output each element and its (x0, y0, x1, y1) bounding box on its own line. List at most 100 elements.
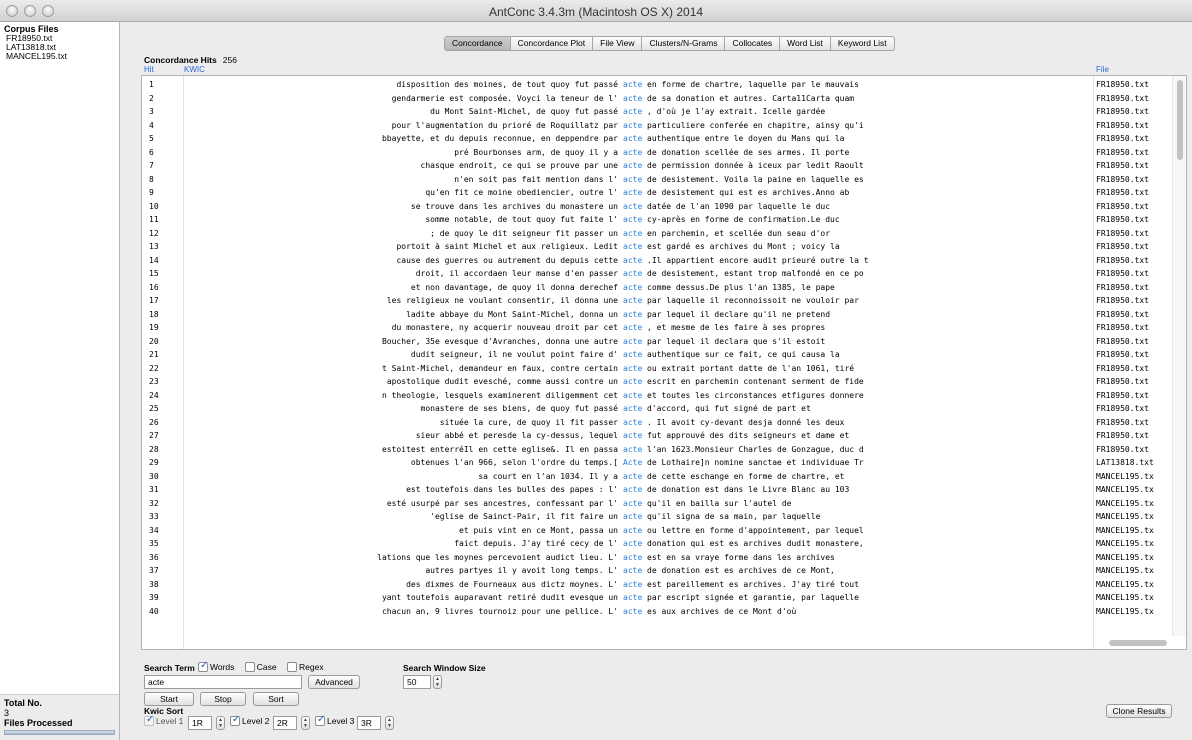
column-header-kwic[interactable]: KWIC (184, 65, 205, 74)
table-row[interactable]: 8 n'en soit pas fait mention dans l' acte d… (142, 173, 1172, 187)
table-row[interactable]: 39 yant toutefois auparavant retiré dudit… (142, 591, 1172, 605)
table-row[interactable]: 22 t Saint-Michel, demandeur en faux, con… (142, 362, 1172, 376)
tab-concordance-plot[interactable]: Concordance Plot (511, 37, 594, 50)
table-row[interactable]: 32 esté usurpé par ses ancestres, confess… (142, 497, 1172, 511)
level-2-stepper[interactable]: ▲ ▼ (301, 716, 310, 730)
horizontal-scrollbar[interactable] (1093, 636, 1173, 650)
left-context-cell: lations que les moynes percevoient audic… (377, 552, 618, 562)
table-row[interactable]: 17 les religieux ne voulant consentir, il… (142, 294, 1172, 308)
keyword-cell: acte (623, 417, 643, 427)
search-term-input[interactable]: acte (144, 675, 302, 689)
right-context-cell: en forme de chartre, laquelle par le mau… (647, 80, 859, 89)
tab-collocates[interactable]: Collocates (725, 37, 781, 50)
table-row[interactable]: 3 du Mont Saint-Michel, de quoy fut passé… (142, 105, 1172, 119)
table-row[interactable]: 28 estoitest enterréIl en cette eglise&. … (142, 443, 1172, 457)
table-row[interactable]: 12 ; de quoy le dit seigneur fit passer u… (142, 227, 1172, 241)
hit-cell: 21 (149, 350, 159, 359)
table-row[interactable]: 7 chasque endroit, ce qui se prouve par u… (142, 159, 1172, 173)
level-2-checkbox[interactable] (230, 714, 240, 726)
keyword-cell: acte (623, 201, 643, 211)
table-row[interactable]: 35 faict depuis. J'ay tiré cecy de l' acte… (142, 537, 1172, 551)
table-row[interactable]: 5 bbayette, et du depuis reconnue, en dep… (142, 132, 1172, 146)
keyword-cell: acte (623, 444, 643, 454)
concordance-results-table[interactable]: 1 disposition des moines, de tout quoy fu… (141, 75, 1187, 650)
keyword-cell: acte (623, 606, 643, 616)
table-row[interactable]: 27 sieur abbé et peresde la cy-dessus, le… (142, 429, 1172, 443)
vertical-scroll-thumb[interactable] (1177, 80, 1183, 160)
left-context-cell: disposition des moines, de tout quoy fut… (396, 80, 618, 89)
file-cell: FR18950.txt (1096, 228, 1149, 238)
table-row[interactable]: 21 dudit seigneur, il ne voulut point fai… (142, 348, 1172, 362)
table-row[interactable]: 20 Boucher, 35e evesque d'Avranches, donn… (142, 335, 1172, 349)
horizontal-scroll-thumb[interactable] (1109, 640, 1167, 646)
level-1-input[interactable]: 1R (188, 716, 212, 730)
hit-cell: 7 (149, 161, 154, 170)
column-header-hit[interactable]: Hit (144, 65, 154, 74)
table-row[interactable]: 30 sa court en l'an 1034. Il y a acte de ce… (142, 470, 1172, 484)
table-row[interactable]: 36 lations que les moynes percevoient aud… (142, 551, 1172, 565)
left-context-cell: estoitest enterréIl en cette eglise&. Il… (381, 444, 618, 454)
case-checkbox[interactable] (244, 662, 255, 672)
right-context-cell: qu'il signa de sa main, par laquelle (647, 512, 821, 521)
stop-button[interactable]: Stop (200, 692, 246, 706)
corpus-file-item[interactable]: MANCEL195.txt (6, 52, 119, 61)
level-1-stepper[interactable]: ▲ ▼ (216, 716, 225, 730)
keyword-cell: acte (623, 350, 643, 359)
tab-file-view[interactable]: File View (593, 37, 643, 50)
vertical-scrollbar[interactable] (1172, 76, 1186, 636)
tab-word-list[interactable]: Word List (780, 37, 831, 50)
sort-button[interactable]: Sort (253, 692, 299, 706)
level-3-stepper[interactable]: ▲ ▼ (385, 716, 394, 730)
table-row[interactable]: 16 et non davantage, de quoy il donna der… (142, 281, 1172, 295)
table-row[interactable]: 31 est toutefois dans les bulles des pape… (142, 483, 1172, 497)
table-row[interactable]: 37 autres partyes il y avoit long temps. … (142, 564, 1172, 578)
table-row[interactable]: 18 ladite abbaye du Mont Saint-Michel, do… (142, 308, 1172, 322)
concordance-hits-count: 256 (222, 55, 237, 65)
table-row[interactable]: 19 du monastere, ny acquerir nouveau droi… (142, 321, 1172, 335)
right-context-cell: par lequel il declara que s'il estoit (647, 336, 826, 346)
table-row[interactable]: 29 obtenues l'an 966, selon l'ordre du te… (142, 456, 1172, 470)
search-window-size-stepper[interactable]: ▲ ▼ (433, 675, 442, 689)
level-2-input[interactable]: 2R (273, 716, 297, 730)
right-context-cell: de sa donation et autres. Carta11Carta q… (647, 93, 855, 103)
words-checkbox[interactable] (198, 660, 208, 672)
file-cell: FR18950.txt (1096, 107, 1149, 116)
advanced-button[interactable]: Advanced (308, 675, 360, 689)
table-row[interactable]: 38 des dixmes de Fourneaux aus dictz moyn… (142, 578, 1172, 592)
table-row[interactable]: 26 située la cure, de quoy il fit passer a… (142, 416, 1172, 430)
level-3-input[interactable]: 3R (357, 716, 381, 730)
table-row[interactable]: 24 n theologie, lesquels examinerent dili… (142, 389, 1172, 403)
keyword-cell: acte (623, 485, 643, 494)
table-row[interactable]: 15 droit, il accordaen leur manse d'en pa… (142, 267, 1172, 281)
file-cell: FR18950.txt (1096, 417, 1149, 427)
right-context-cell: est en sa vraye forme dans les archives (647, 552, 835, 562)
table-row[interactable]: 33 'eglise de Sainct-Pair, il fit faire u… (142, 510, 1172, 524)
table-row[interactable]: 25 monastere de ses biens, de quoy fut pa… (142, 402, 1172, 416)
clone-results-button[interactable]: Clone Results (1106, 704, 1172, 718)
keyword-cell: acte (623, 593, 643, 602)
table-row[interactable]: 40 chacun an, 9 livres tournoiz pour une … (142, 605, 1172, 619)
regex-checkbox[interactable] (287, 662, 297, 672)
table-row[interactable]: 9 qu'en fit ce moine obediencier, outre l… (142, 186, 1172, 200)
hit-cell: 38 (149, 579, 159, 589)
tab-keyword-list[interactable]: Keyword List (831, 37, 894, 50)
table-row[interactable]: 1 disposition des moines, de tout quoy fu… (142, 78, 1172, 92)
level-3-checkbox[interactable] (315, 714, 325, 726)
tab-concordance[interactable]: Concordance (445, 37, 511, 50)
table-row[interactable]: 23 apostolique dudit evesché, comme aussi… (142, 375, 1172, 389)
table-row[interactable]: 10 se trouve dans les archives du monaste… (142, 200, 1172, 214)
table-row[interactable]: 4 pour l'augmentation du prioré de Roquil… (142, 119, 1172, 133)
tab-clusters-ngrams[interactable]: Clusters/N-Grams (642, 37, 726, 50)
column-header-file[interactable]: File (1096, 65, 1109, 74)
table-row[interactable]: 2 gendarmerie est composée. Voyci la tene… (142, 92, 1172, 106)
start-button[interactable]: Start (144, 692, 194, 706)
right-context-cell: et toutes les circonstances etfigures do… (647, 390, 864, 400)
search-window-size-input[interactable]: 50 (403, 675, 431, 689)
table-row[interactable]: 11 somme notable, de tout quoy fut faite … (142, 213, 1172, 227)
table-row[interactable]: 6 pré Bourbonses arm, de quoy il y a acte d… (142, 146, 1172, 160)
table-row[interactable]: 34 et puis vint en ce Mont, passa un acte o… (142, 524, 1172, 538)
table-row[interactable]: 13 portoit à saint Michel et aux religieu… (142, 240, 1172, 254)
table-row[interactable]: 14 cause des guerres ou autrement du depu… (142, 254, 1172, 268)
right-context-cell: fut approuvé des dits seigneurs et dame … (647, 431, 850, 440)
left-context-cell: du Mont Saint-Michel, de quoy fut passé (430, 107, 618, 116)
